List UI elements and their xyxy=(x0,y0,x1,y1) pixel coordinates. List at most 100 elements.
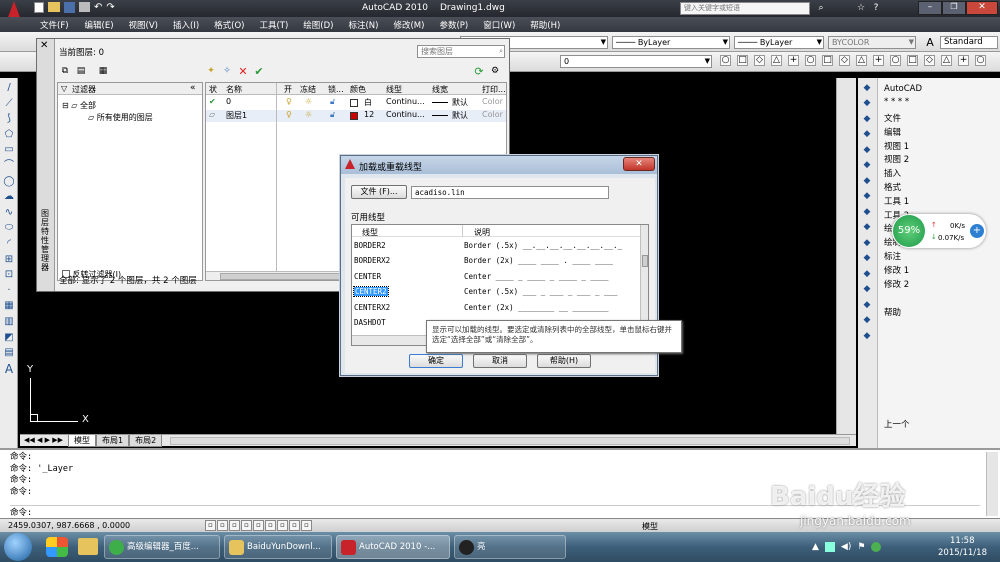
panel-item-5[interactable]: 格式 xyxy=(884,181,901,193)
tray-expand-icon[interactable]: ▲ xyxy=(812,542,819,552)
panel-item-10[interactable]: 标注 xyxy=(884,250,901,262)
menu-item-11[interactable]: 帮助(H) xyxy=(530,19,560,31)
window-minimize-button[interactable]: – xyxy=(918,1,942,15)
osnap-icon[interactable]: ◇ xyxy=(924,55,935,66)
taskbar-item-qq[interactable]: 亮 xyxy=(454,535,566,559)
search-icon[interactable]: ⌕ xyxy=(815,2,827,14)
delete-layer-icon[interactable]: ✕ xyxy=(237,65,249,77)
file-button[interactable]: 文件 (F)... xyxy=(351,185,407,199)
offset-icon[interactable]: ◆ xyxy=(861,129,873,141)
settings-icon[interactable]: ⚙ xyxy=(489,65,501,77)
gradient-icon[interactable]: ▥ xyxy=(3,316,15,328)
region-icon[interactable]: ◩ xyxy=(3,332,15,344)
layer-col-1[interactable]: 名称 xyxy=(226,84,242,95)
point-icon[interactable]: · xyxy=(3,285,15,297)
chamfer-icon[interactable]: ◆ xyxy=(861,299,873,311)
color-swatch[interactable] xyxy=(350,99,358,107)
taskbar-item-autocad[interactable]: AutoCAD 2010 -... xyxy=(336,535,450,559)
menu-item-6[interactable]: 绘图(D) xyxy=(303,19,333,31)
lw-icon[interactable]: + xyxy=(958,55,969,66)
menu-item-2[interactable]: 视图(V) xyxy=(129,19,158,31)
layer-search-input[interactable]: 搜索图层 ⌕ xyxy=(417,45,505,58)
col-linetype[interactable]: 线型 xyxy=(362,227,378,238)
start-button[interactable] xyxy=(4,533,32,561)
security-icon[interactable] xyxy=(871,542,882,552)
menu-item-3[interactable]: 插入(I) xyxy=(173,19,199,31)
sun-thaw-icon[interactable]: ☼ xyxy=(305,97,312,106)
window-maximize-button[interactable]: ❐ xyxy=(942,1,966,15)
new-layer-icon[interactable]: ✦ xyxy=(205,65,217,77)
join-icon[interactable]: ◆ xyxy=(861,284,873,296)
cancel-button[interactable]: 取消 xyxy=(473,354,527,368)
dyn-input-icon[interactable]: ▫ xyxy=(289,520,300,531)
save-icon[interactable] xyxy=(64,2,75,13)
menu-item-4[interactable]: 格式(O) xyxy=(214,19,244,31)
bulb-on-icon[interactable]: ♀ xyxy=(286,110,292,119)
dyn-icon[interactable]: △ xyxy=(941,55,952,66)
canvas-vscroll[interactable] xyxy=(836,78,856,434)
panel-item-12[interactable]: 修改 2 xyxy=(884,278,909,290)
set-current-icon[interactable]: ✔ xyxy=(253,65,265,77)
layer-row[interactable]: ▱ 图层1 ♀ ☼ 🔓︎ 12 Continu... 默认 Color xyxy=(206,110,506,122)
layer-col-5[interactable]: 颜色 xyxy=(350,84,366,95)
xline-icon[interactable]: ⟋ xyxy=(3,98,15,110)
linetype-value[interactable]: Continu... xyxy=(386,97,425,106)
new-filter-icon[interactable]: ⧉ xyxy=(59,65,71,77)
break-icon[interactable]: ◆ xyxy=(861,268,873,280)
menu-item-0[interactable]: 文件(F) xyxy=(40,19,69,31)
clock-time[interactable]: 11:58 xyxy=(950,536,975,546)
grid-mode-icon[interactable]: ▫ xyxy=(217,520,228,531)
grid-icon[interactable]: △ xyxy=(856,55,867,66)
unlock-icon[interactable]: 🔓︎ xyxy=(330,110,335,120)
pinned-folder-icon[interactable] xyxy=(78,538,98,555)
command-scroll[interactable] xyxy=(986,452,998,516)
move-icon[interactable]: ◆ xyxy=(861,160,873,172)
pan-icon[interactable]: ○ xyxy=(805,55,816,66)
rectangle-icon[interactable]: ◇ xyxy=(754,55,765,66)
file-name-field[interactable]: acadiso.lin xyxy=(411,186,609,199)
insert-block-icon[interactable]: ⊞ xyxy=(3,254,15,266)
fillet-icon[interactable]: ◆ xyxy=(861,315,873,327)
taskbar-item-folder[interactable]: BaiduYunDownl... xyxy=(224,535,332,559)
line-icon[interactable]: / xyxy=(3,82,15,94)
scale-icon[interactable]: ◆ xyxy=(861,191,873,203)
rectangle-icon[interactable]: ▭ xyxy=(3,144,15,156)
multiline-text-icon[interactable]: A xyxy=(3,363,15,375)
snap-mode-icon[interactable]: ▫ xyxy=(205,520,216,531)
otrack-icon[interactable]: ▫ xyxy=(265,520,276,531)
hscroll[interactable] xyxy=(170,437,850,445)
linetype-item[interactable]: CENTER2 Center (.5x) ___ _ ___ _ ___ _ __… xyxy=(352,286,640,298)
menu-item-7[interactable]: 标注(N) xyxy=(348,19,378,31)
layer-icon[interactable]: ◇ xyxy=(839,55,850,66)
polyline-icon[interactable]: ⟆ xyxy=(3,113,15,125)
panel-item-13[interactable]: 帮助 xyxy=(884,306,901,318)
layout-tab-1[interactable]: 布局1 xyxy=(96,435,130,447)
linetype-item[interactable]: CENTERX2 Center (2x) ________ __ ________ xyxy=(352,302,640,314)
unlock-icon[interactable]: 🔓︎ xyxy=(330,97,335,107)
layout-tab-2[interactable]: 布局2 xyxy=(129,435,163,447)
redo-icon[interactable]: ↷ xyxy=(106,2,114,14)
current-layer-dropdown[interactable]: 0 ▼ xyxy=(560,55,712,68)
clock-date[interactable]: 2015/11/18 xyxy=(938,548,987,558)
pinned-app-icon[interactable] xyxy=(46,537,68,557)
collapse-filter-icon[interactable]: « xyxy=(190,83,196,93)
arc-icon[interactable]: ⌒ xyxy=(3,160,15,172)
panel-item-11[interactable]: 修改 1 xyxy=(884,264,909,276)
tree-item-all[interactable]: ⊟ ▱ 全部 xyxy=(62,100,96,111)
zoom-icon[interactable]: + xyxy=(788,55,799,66)
lineweight-dropdown[interactable]: ──── ByLayer ▼ xyxy=(734,36,824,49)
extend-icon[interactable]: ◆ xyxy=(861,237,873,249)
ortho-mode-icon[interactable]: ▫ xyxy=(229,520,240,531)
open-file-icon[interactable] xyxy=(48,2,60,12)
gear-icon[interactable]: □ xyxy=(822,55,833,66)
menu-item-8[interactable]: 修改(M) xyxy=(393,19,424,31)
panel-item-1[interactable]: 编辑 xyxy=(884,126,901,138)
ortho-icon[interactable]: ○ xyxy=(890,55,901,66)
help-search-input[interactable]: 键入关键字或短语 xyxy=(680,2,810,15)
menu-item-5[interactable]: 工具(T) xyxy=(259,19,288,31)
new-file-icon[interactable] xyxy=(34,2,44,13)
color-swatch[interactable] xyxy=(350,112,358,120)
ducs-icon[interactable]: ▫ xyxy=(277,520,288,531)
state-manager-icon[interactable]: ▦ xyxy=(97,65,109,77)
menu-item-9[interactable]: 参数(P) xyxy=(439,19,468,31)
